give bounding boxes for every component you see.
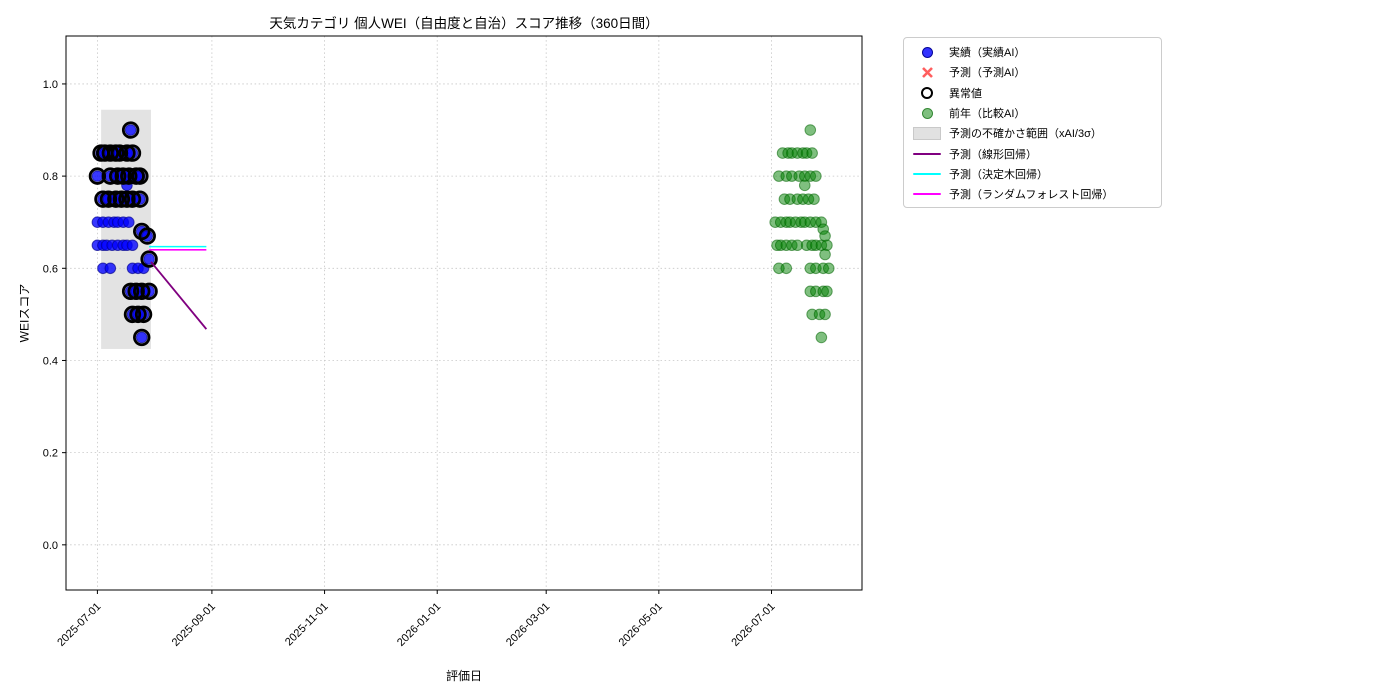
y-tick-label: 0.8 [43,171,58,183]
data-point [135,331,148,344]
legend-item-uncertainty: 予測の不確かさ範囲（xAI/3σ） [904,123,1161,143]
x-axis-label: 評価日 [445,669,482,683]
green-dot-icon [912,107,942,119]
chart-plot-canvas: 2025-07-01 2025-09-01 2025-11-01 2026-01-01… [43,35,863,649]
data-point [780,262,793,275]
legend-item-decision-tree: 予測（決定木回帰） [904,164,1161,184]
data-point [806,147,818,159]
chart-title: 天気カテゴリ 個人WEI（自由度と自治）スコア推移（360日間） [269,16,659,31]
data-point [821,285,833,298]
gray-band-icon [912,126,942,140]
legend-item-outlier: 異常値 [904,83,1161,103]
legend-item-actual: 実績（実績AI） [904,42,1161,62]
red-x-icon [912,66,942,79]
legend-label: 予測の不確かさ範囲（xAI/3σ） [949,128,1102,141]
y-tick-label: 0.6 [43,263,58,275]
legend-label: 予測（予測AI） [949,67,1026,80]
weather-wei-score-chart: 2025-07-01 2025-09-01 2025-11-01 2026-01-01… [0,0,1400,700]
plot-border [65,35,863,591]
x-tick-label: 2026-01-01 [395,601,443,649]
legend-label: 前年（比較AI） [949,108,1026,121]
data-point [815,331,828,344]
cyan-line-icon [912,173,942,175]
legend-item-prev-year: 前年（比較AI） [904,103,1161,123]
forecast-line [150,261,208,330]
magenta-line-icon [912,193,942,196]
data-point [91,170,104,182]
data-point [124,124,137,136]
x-tick-label: 2026-07-01 [729,601,777,649]
axis-ticks [62,83,773,594]
data-point [798,179,811,192]
y-tick-label: 0.4 [43,355,58,367]
y-axis-label: WEIスコア [17,283,32,343]
legend-label: 実績（実績AI） [949,47,1026,60]
legend-item-forecast: 予測（予測AI） [904,62,1161,82]
data-point [821,239,833,252]
legend-label: 予測（ランダムフォレスト回帰） [949,189,1114,202]
chart-legend: 実績（実績AI） 予測（予測AI） 異常値 前年（比較AI） 予測の不確かさ範囲… [903,37,1162,209]
x-tick-label: 2025-07-01 [55,601,103,649]
data-point [819,248,831,261]
legend-item-random-forest: 予測（ランダムフォレスト回帰） [904,184,1161,204]
legend-item-linear-regression: 予測（線形回帰） [904,143,1161,163]
data-point [810,170,822,182]
data-point [104,262,117,275]
data-point [122,216,135,229]
x-tick-label: 2025-09-01 [170,601,218,649]
y-tick-label: 0.0 [43,540,58,552]
data-point [126,239,139,252]
legend-label: 異常値 [949,87,982,100]
y-tick-label: 1.0 [43,79,58,91]
x-tick-label: 2026-05-01 [617,601,665,649]
data-point [808,193,820,205]
data-point [822,262,835,275]
gridlines [66,36,862,590]
data-point [804,124,817,136]
prev-year-points [769,124,835,344]
legend-label: 予測（線形回帰） [949,148,1037,161]
purple-line-icon [912,152,942,155]
x-tick-label: 2025-11-01 [283,601,331,649]
open-circle-icon [912,86,942,99]
y-tick-label: 0.2 [43,448,58,460]
blue-dot-icon [912,46,942,58]
legend-label: 予測（決定木回帰） [949,168,1048,181]
data-point [819,308,831,321]
tick-labels: 2025-07-01 2025-09-01 2025-11-01 2026-01-01… [43,79,778,649]
x-tick-label: 2026-03-01 [504,601,552,649]
